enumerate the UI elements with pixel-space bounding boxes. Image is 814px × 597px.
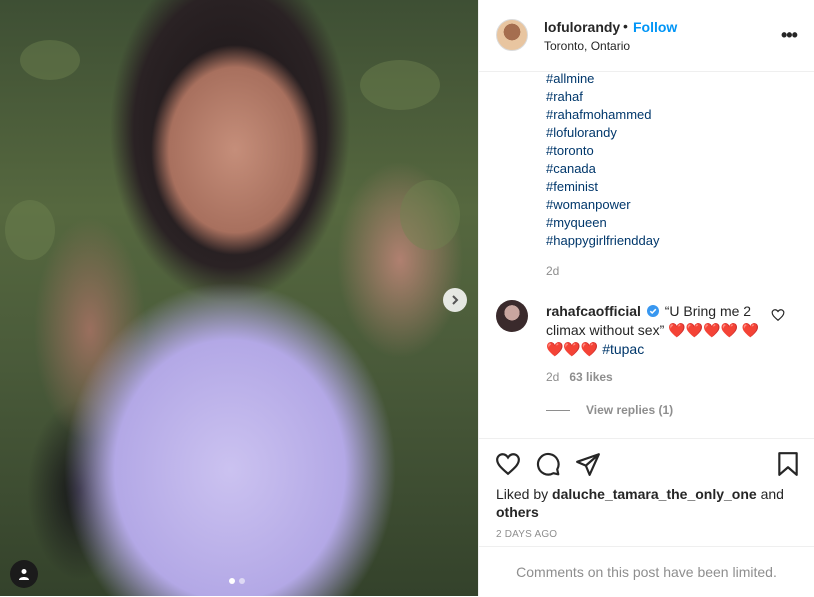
comment-like-heart-icon[interactable] — [771, 308, 785, 322]
verified-badge-icon — [646, 305, 659, 317]
share-paper-plane-icon[interactable] — [575, 451, 601, 477]
commenter-avatar[interactable] — [496, 300, 528, 332]
foliage-detail — [400, 180, 460, 250]
liked-by-and: and — [760, 486, 784, 502]
hashtag-link[interactable]: #rahaf — [546, 88, 659, 106]
view-replies-label: View replies (1) — [586, 403, 674, 417]
caption-timestamp[interactable]: 2d — [546, 264, 559, 278]
more-options-icon[interactable]: ••• — [781, 26, 798, 44]
liked-by-others-link[interactable]: others — [496, 504, 539, 520]
comment-hashtag[interactable]: #tupac — [602, 341, 644, 357]
comment-meta: 2d 63 likes — [546, 370, 613, 384]
comment-timestamp[interactable]: 2d — [546, 370, 559, 384]
liked-by-prefix: Liked by — [496, 486, 549, 502]
comments-limited-notice: Comments on this post have been limited. — [479, 546, 814, 597]
commenter-username[interactable]: rahafcaofficial — [546, 303, 641, 319]
foliage-detail — [20, 40, 80, 80]
foliage-detail — [360, 60, 440, 110]
hashtag-link[interactable]: #feminist — [546, 178, 659, 196]
like-heart-icon[interactable] — [495, 451, 521, 477]
post-location[interactable]: Toronto, Ontario — [544, 39, 630, 53]
hashtag-link[interactable]: #rahafmohammed — [546, 106, 659, 124]
liked-by-user-link[interactable]: daluche_tamara_the_only_one — [552, 486, 757, 502]
carousel-indicator — [229, 578, 245, 584]
comment-likes-count[interactable]: 63 likes — [569, 370, 612, 384]
post-timestamp[interactable]: 2 DAYS AGO — [496, 529, 557, 540]
hashtag-link[interactable]: #happygirlfriendday — [546, 232, 659, 250]
hashtag-link[interactable]: #allmine — [546, 70, 659, 88]
hashtag-link[interactable]: #toronto — [546, 142, 659, 160]
comment-bubble-icon[interactable] — [535, 451, 561, 477]
carousel-dot-active — [229, 578, 235, 584]
post-actions: Liked by daluche_tamara_the_only_one and… — [479, 438, 814, 547]
liked-by-text: Liked by daluche_tamara_the_only_one and… — [496, 485, 786, 521]
next-slide-button[interactable] — [443, 288, 467, 312]
foliage-detail — [5, 200, 55, 260]
hashtag-link[interactable]: #womanpower — [546, 196, 659, 214]
post-side-panel: lofulorandy • Follow Toronto, Ontario ••… — [478, 0, 814, 596]
author-avatar[interactable] — [496, 19, 528, 51]
tagged-users-button[interactable] — [10, 560, 38, 588]
view-replies-button[interactable]: View replies (1) — [546, 403, 673, 417]
user-icon — [19, 569, 29, 580]
hashtag-link[interactable]: #myqueen — [546, 214, 659, 232]
follow-button[interactable]: Follow — [633, 19, 677, 35]
comment-body: rahafcaofficial “U Bring me 2 climax wit… — [546, 302, 761, 359]
caption-hashtags: #allmine #rahaf #rahafmohammed #lofulora… — [546, 70, 659, 250]
heart-emoji-icon: ❤️❤️❤️❤️ — [668, 322, 738, 338]
hashtag-link[interactable]: #canada — [546, 160, 659, 178]
post-photo[interactable] — [0, 0, 478, 596]
author-username[interactable]: lofulorandy — [544, 19, 620, 35]
post-header: lofulorandy • Follow Toronto, Ontario ••… — [479, 0, 814, 72]
hashtag-link[interactable]: #lofulorandy — [546, 124, 659, 142]
chevron-right-icon — [452, 295, 459, 305]
header-separator: • — [623, 18, 628, 34]
save-bookmark-icon[interactable] — [775, 451, 801, 477]
replies-divider-line — [546, 410, 570, 412]
carousel-dot — [239, 578, 245, 584]
